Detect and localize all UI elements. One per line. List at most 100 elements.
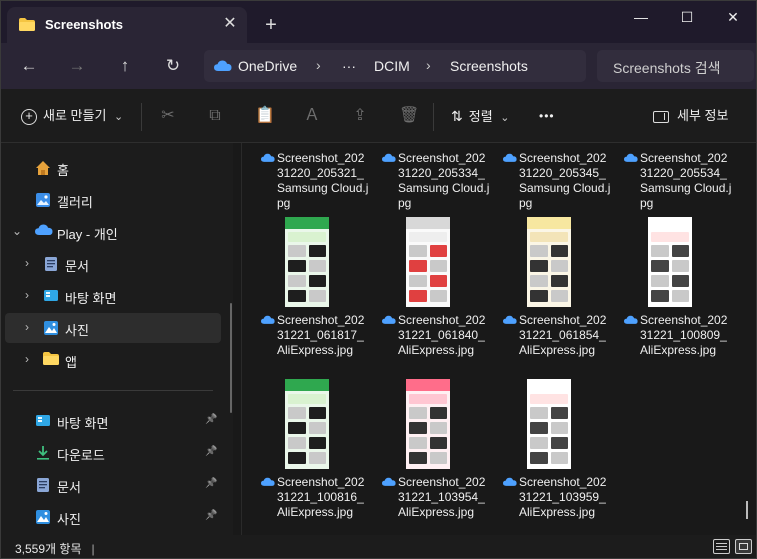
close-button[interactable]: ✕: [713, 5, 753, 29]
file-name: Screenshot_20231221_061817_AliExpress.jp…: [277, 313, 365, 357]
quick-access-item[interactable]: 문서 📌: [5, 470, 221, 500]
quick-access-item[interactable]: 사진 📌: [5, 502, 221, 532]
content-scrollbar[interactable]: [746, 501, 748, 519]
chevron-right-icon[interactable]: ›: [21, 352, 33, 366]
pin-icon[interactable]: 📌: [205, 510, 217, 521]
add-icon: +: [21, 108, 37, 125]
pane-splitter[interactable]: [241, 143, 242, 535]
folder-icon: [43, 352, 59, 368]
copy-icon[interactable]: ⧉: [206, 107, 224, 125]
back-button[interactable]: ←: [15, 53, 43, 79]
chevron-right-icon[interactable]: ›: [21, 320, 33, 334]
more-options-button[interactable]: •••: [539, 103, 555, 129]
cloud-sync-icon: [503, 315, 517, 324]
new-tab-button[interactable]: +: [259, 13, 283, 37]
sidebar-item-label: Play - 개인: [57, 227, 118, 242]
file-thumbnail[interactable]: [285, 379, 329, 469]
sidebar-divider: [13, 390, 213, 391]
file-thumbnail[interactable]: [648, 217, 692, 307]
divider: [141, 103, 142, 131]
pin-icon[interactable]: 📌: [205, 478, 217, 489]
tab-close-button[interactable]: ✕: [219, 13, 241, 35]
chevron-down-icon: ⌄: [500, 112, 510, 124]
sidebar-item[interactable]: › 바탕 화면: [5, 281, 221, 311]
file-name: Screenshot_20231221_103959_AliExpress.jp…: [519, 475, 607, 519]
onedrive-icon: [214, 60, 232, 71]
cloud-sync-icon: [503, 477, 517, 486]
pictures-icon: [43, 320, 59, 336]
home-icon: [35, 160, 51, 176]
details-label: 세부 정보: [677, 108, 729, 123]
quick-access-item[interactable]: 바탕 화면 📌: [5, 406, 221, 436]
breadcrumb-ellipsis[interactable]: ···: [342, 58, 356, 74]
title-bar: Screenshots ✕ + — ☐ ✕: [1, 1, 756, 43]
file-thumbnail[interactable]: [527, 379, 571, 469]
file-thumbnail[interactable]: [285, 217, 329, 307]
cut-icon[interactable]: ✂: [159, 107, 177, 125]
large-icons-view-button[interactable]: [735, 539, 752, 554]
file-name: Screenshot_20231221_103954_AliExpress.jp…: [398, 475, 486, 519]
sort-label: 정렬: [468, 109, 493, 124]
documents-icon: [35, 477, 51, 493]
details-pane-icon: [653, 110, 669, 123]
address-bar[interactable]: OneDrive › ··· DCIM › Screenshots: [204, 50, 586, 82]
sidebar-scrollbar[interactable]: [230, 303, 232, 413]
new-button[interactable]: + 새로 만들기 ⌄: [21, 103, 123, 129]
sidebar-item[interactable]: › 앱: [5, 345, 221, 375]
file-thumbnail[interactable]: [406, 379, 450, 469]
chevron-right-icon[interactable]: ›: [21, 288, 33, 302]
forward-button[interactable]: →: [63, 53, 91, 79]
delete-icon[interactable]: 🗑: [399, 107, 419, 125]
quick-access-item[interactable]: 다운로드 📌: [5, 438, 221, 468]
cloud-sync-icon: [382, 153, 396, 162]
refresh-button[interactable]: ↻: [159, 53, 187, 79]
file-name: Screenshot_20231220_205345_Samsung Cloud…: [519, 151, 611, 210]
tab-title: Screenshots: [45, 17, 124, 32]
breadcrumb-screenshots[interactable]: Screenshots: [450, 58, 528, 74]
sidebar-item-label: 앱: [65, 355, 77, 370]
cloud-sync-icon: [624, 315, 638, 324]
sidebar-item[interactable]: 홈: [5, 153, 221, 183]
sidebar-item[interactable]: › 문서: [5, 249, 221, 279]
pin-icon[interactable]: 📌: [205, 446, 217, 457]
breadcrumb-onedrive[interactable]: OneDrive: [238, 58, 297, 74]
breadcrumb-separator[interactable]: ›: [426, 57, 431, 73]
sort-icon: ⇅: [451, 108, 463, 124]
details-view-button[interactable]: [713, 539, 730, 554]
paste-icon[interactable]: 📋: [255, 107, 275, 125]
up-button[interactable]: ↑: [111, 53, 139, 79]
rename-icon[interactable]: Ａ: [303, 107, 321, 125]
pin-icon[interactable]: 📌: [205, 414, 217, 425]
sidebar-item[interactable]: ⌄ Play - 개인: [5, 217, 221, 247]
cloud-sync-icon: [382, 477, 396, 486]
command-bar: + 새로 만들기 ⌄ ✂ ⧉ 📋 Ａ ⇪ 🗑 ⇅ 정렬 ⌄ ••• 세부 정보: [1, 89, 756, 143]
file-name: Screenshot_20231220_205334_Samsung Cloud…: [398, 151, 490, 210]
tab-screenshots[interactable]: Screenshots ✕: [7, 7, 247, 43]
file-thumbnail[interactable]: [527, 217, 571, 307]
chevron-right-icon[interactable]: ›: [21, 256, 33, 270]
folder-icon: [19, 18, 35, 31]
status-bar: 3,559개 항목 |: [1, 535, 756, 558]
gallery-icon: [35, 192, 51, 208]
share-icon[interactable]: ⇪: [351, 107, 369, 125]
navigation-pane: 홈 갤러리 ⌄ Play - 개인 › 문서 › 바탕 화면 › 사진 › 앱 바탕 화면 📌 다운로드 📌…: [1, 143, 233, 535]
sidebar-item[interactable]: 갤러리: [5, 185, 221, 215]
details-pane-button[interactable]: 세부 정보: [653, 103, 728, 129]
chevron-down-icon[interactable]: ⌄: [11, 224, 23, 238]
sort-button[interactable]: ⇅ 정렬 ⌄: [451, 103, 510, 129]
file-name: Screenshot_20231221_100809_AliExpress.jp…: [640, 313, 728, 357]
maximize-button[interactable]: ☐: [667, 5, 707, 29]
sidebar-item-label: 갤러리: [57, 195, 93, 210]
sidebar-item-label: 홈: [57, 163, 69, 178]
minimize-button[interactable]: —: [621, 5, 661, 29]
search-box[interactable]: Screenshots 검색: [597, 50, 754, 82]
desktop-icon: [43, 288, 59, 304]
breadcrumb-dcim[interactable]: DCIM: [374, 58, 410, 74]
file-thumbnail[interactable]: [406, 217, 450, 307]
quick-access-label: 문서: [57, 480, 81, 495]
breadcrumb-separator[interactable]: ›: [316, 57, 321, 73]
file-name: Screenshot_20231220_205321_Samsung Cloud…: [277, 151, 369, 210]
cloud-sync-icon: [261, 153, 275, 162]
sidebar-item[interactable]: › 사진: [5, 313, 221, 343]
cloud-sync-icon: [261, 477, 275, 486]
